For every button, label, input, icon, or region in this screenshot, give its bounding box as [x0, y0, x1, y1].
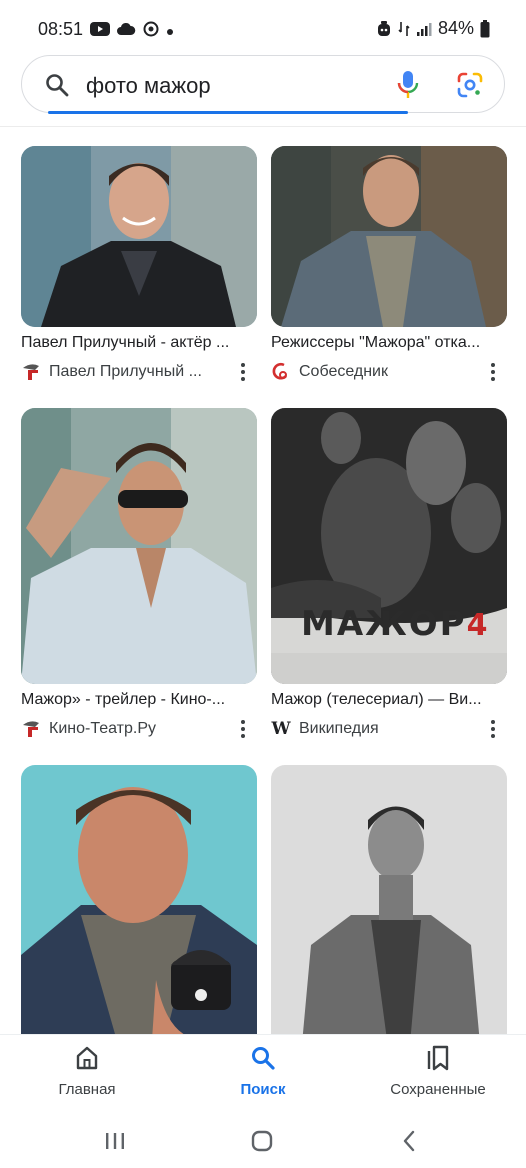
cloud-icon [116, 22, 136, 41]
search-input[interactable] [86, 72, 386, 100]
result-thumbnail[interactable] [21, 408, 257, 684]
result-source[interactable]: Собеседник [271, 361, 507, 383]
result-title[interactable]: Мажор (телесериал) — Ви... [271, 691, 505, 709]
microphone-icon[interactable] [397, 70, 419, 105]
result-thumbnail[interactable] [21, 765, 257, 1034]
source-name: Википедия [299, 720, 379, 737]
result-thumbnail[interactable] [21, 146, 257, 327]
signal-icon [416, 21, 432, 37]
back-icon[interactable] [394, 1126, 424, 1156]
home-button-icon[interactable] [247, 1126, 277, 1156]
system-navigation-bar [0, 1114, 526, 1168]
search-bar[interactable] [21, 55, 505, 113]
image-result-card[interactable]: МАЖОР4 Мажор (телесериал) — Ви... W Вики… [271, 408, 507, 740]
more-options-icon[interactable] [233, 719, 253, 739]
nav-home-label: Главная [58, 1081, 116, 1098]
source-name: Кино-Театр.Ру [49, 720, 156, 737]
image-result-card[interactable] [271, 765, 507, 1034]
result-thumbnail[interactable] [271, 765, 507, 1034]
result-title[interactable]: Павел Прилучный - актёр ... [21, 334, 255, 352]
more-options-icon[interactable] [233, 362, 253, 382]
image-result-card[interactable]: Павел Прилучный - актёр ... Павел Прилуч… [21, 146, 257, 383]
source-name: Собеседник [299, 363, 388, 380]
wikipedia-icon: W [271, 719, 291, 739]
status-bar: 08:51 84% [0, 0, 526, 54]
more-options-icon[interactable] [483, 362, 503, 382]
recent-apps-icon[interactable] [100, 1126, 130, 1156]
battery-percent: 84% [437, 18, 474, 38]
search-icon [183, 1045, 343, 1071]
bottom-navigation: Главная Поиск Сохраненные [0, 1034, 526, 1114]
source-name: Павел Прилучный ... [49, 363, 202, 380]
sync-icon [142, 20, 160, 43]
image-result-card[interactable] [21, 765, 257, 1034]
search-progress-bar [48, 111, 408, 114]
data-transfer-icon [398, 20, 410, 38]
result-source[interactable]: Кино-Театр.Ру [21, 718, 257, 740]
result-source[interactable]: W Википедия [271, 718, 507, 740]
more-options-icon[interactable] [483, 719, 503, 739]
saved-collections-icon [358, 1045, 518, 1071]
nav-saved[interactable]: Сохраненные [358, 1045, 518, 1098]
notification-dot-icon [166, 23, 174, 41]
image-results-grid: Павел Прилучный - актёр ... Павел Прилуч… [0, 146, 526, 1034]
nav-search[interactable]: Поиск [183, 1045, 343, 1098]
header-divider [0, 126, 526, 127]
google-lens-icon[interactable] [457, 72, 483, 103]
kino-teatr-icon [21, 362, 41, 382]
result-title[interactable]: Режиссеры "Мажора" отка... [271, 334, 505, 352]
result-title[interactable]: Мажор» - трейлер - Кино-... [21, 691, 255, 709]
image-result-card[interactable]: Режиссеры "Мажора" отка... Собеседник [271, 146, 507, 383]
nav-home[interactable]: Главная [7, 1045, 167, 1098]
image-result-card[interactable]: Мажор» - трейлер - Кино-... Кино-Театр.Р… [21, 408, 257, 740]
poster-title: МАЖОР4 [301, 604, 490, 644]
nav-search-label: Поиск [240, 1081, 286, 1098]
youtube-icon [90, 22, 110, 41]
battery-icon [480, 19, 490, 38]
nav-saved-label: Сохраненные [390, 1081, 486, 1098]
result-thumbnail[interactable] [271, 146, 507, 327]
result-source[interactable]: Павел Прилучный ... [21, 361, 257, 383]
sobesednik-icon [271, 362, 291, 382]
search-icon [44, 72, 70, 103]
home-icon [7, 1045, 167, 1071]
status-time: 08:51 [38, 19, 84, 39]
alarm-icon [376, 20, 392, 38]
kino-teatr-icon [21, 719, 41, 739]
result-thumbnail[interactable]: МАЖОР4 [271, 408, 507, 684]
